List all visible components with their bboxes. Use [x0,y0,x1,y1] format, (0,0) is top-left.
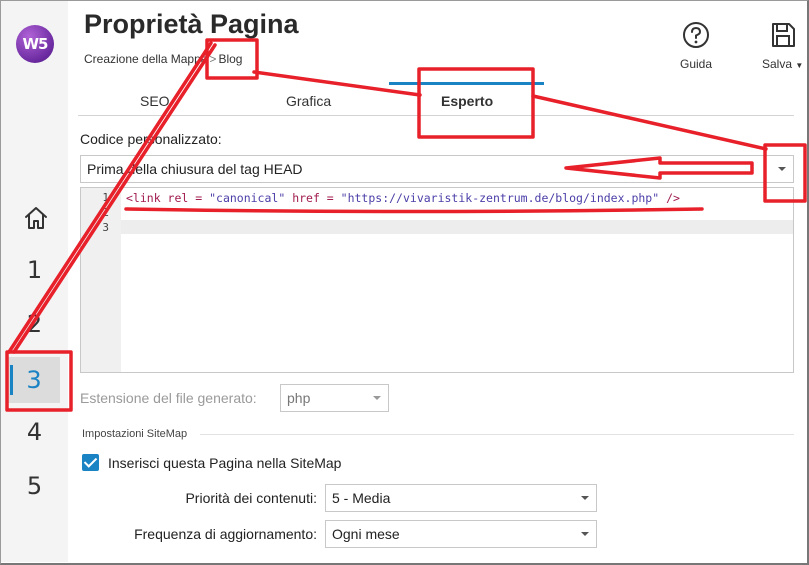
tab-esperto[interactable]: Esperto [441,93,493,109]
line-number: 3 [102,221,109,234]
priority-select[interactable]: 5 - Media [325,484,597,512]
help-button[interactable]: Guida [680,20,712,71]
code-position-select[interactable]: Prima della chiusura del tag HEAD [80,155,794,183]
step-4[interactable]: 4 [1,418,68,446]
chevron-down-icon [581,496,589,500]
frequency-value: Ogni mese [332,526,400,542]
active-tab-indicator [389,82,544,85]
frequency-label: Frequenza di aggiornamento: [134,526,317,542]
app-logo: W5 [16,25,54,63]
chevron-down-icon [373,396,381,400]
floppy-disk-icon [771,23,795,47]
breadcrumb-item: Blog [218,52,243,66]
file-extension-select[interactable]: php [280,384,389,412]
question-circle-icon [683,22,710,48]
tab-bar: SEO Grafica Esperto [78,82,794,116]
line-number: 2 [102,206,109,219]
custom-code-label: Codice personalizzato: [80,131,222,147]
chevron-down-icon: ▼ [795,61,804,70]
page-title: Proprietà Pagina [84,9,299,39]
breadcrumb-item[interactable]: Creazione della Mappa [84,52,207,66]
section-divider [200,434,794,435]
file-extension-value: php [287,390,311,406]
step-5[interactable]: 5 [1,472,68,500]
step-sidebar: W5 1 2 3 4 5 [1,1,68,562]
sitemap-include-checkbox[interactable] [82,454,99,471]
code-position-value: Prima della chiusura del tag HEAD [87,161,303,177]
step-1[interactable]: 1 [1,256,68,284]
step-2[interactable]: 2 [1,310,68,338]
sitemap-section-title: Impostazioni SiteMap [82,428,188,440]
save-label: Salva ▼ [762,57,804,71]
priority-value: 5 - Media [332,490,391,506]
save-button[interactable]: Salva ▼ [762,20,803,71]
home-icon[interactable] [23,205,49,231]
code-line-1: <link rel = "canonical" href = "https://… [126,191,680,205]
breadcrumb-separator: > [209,52,217,66]
step-3[interactable]: 3 [8,357,60,403]
chevron-down-icon [778,167,786,171]
breadcrumb: Creazione della Mappa > Blog [84,52,242,66]
tab-grafica[interactable]: Grafica [286,93,331,109]
priority-label: Priorità dei contenuti: [185,490,317,506]
sitemap-include-label[interactable]: Inserisci questa Pagina nella SiteMap [108,455,341,471]
line-number: 1 [102,191,109,204]
code-editor[interactable]: 1 2 3 <link rel = "canonical" href = "ht… [80,187,794,373]
help-label: Guida [680,57,713,71]
chevron-down-icon [581,532,589,536]
frequency-select[interactable]: Ogni mese [325,520,597,548]
current-line-highlight [121,220,793,234]
tab-seo[interactable]: SEO [140,93,170,109]
file-extension-label: Estensione del file generato: [80,390,257,406]
